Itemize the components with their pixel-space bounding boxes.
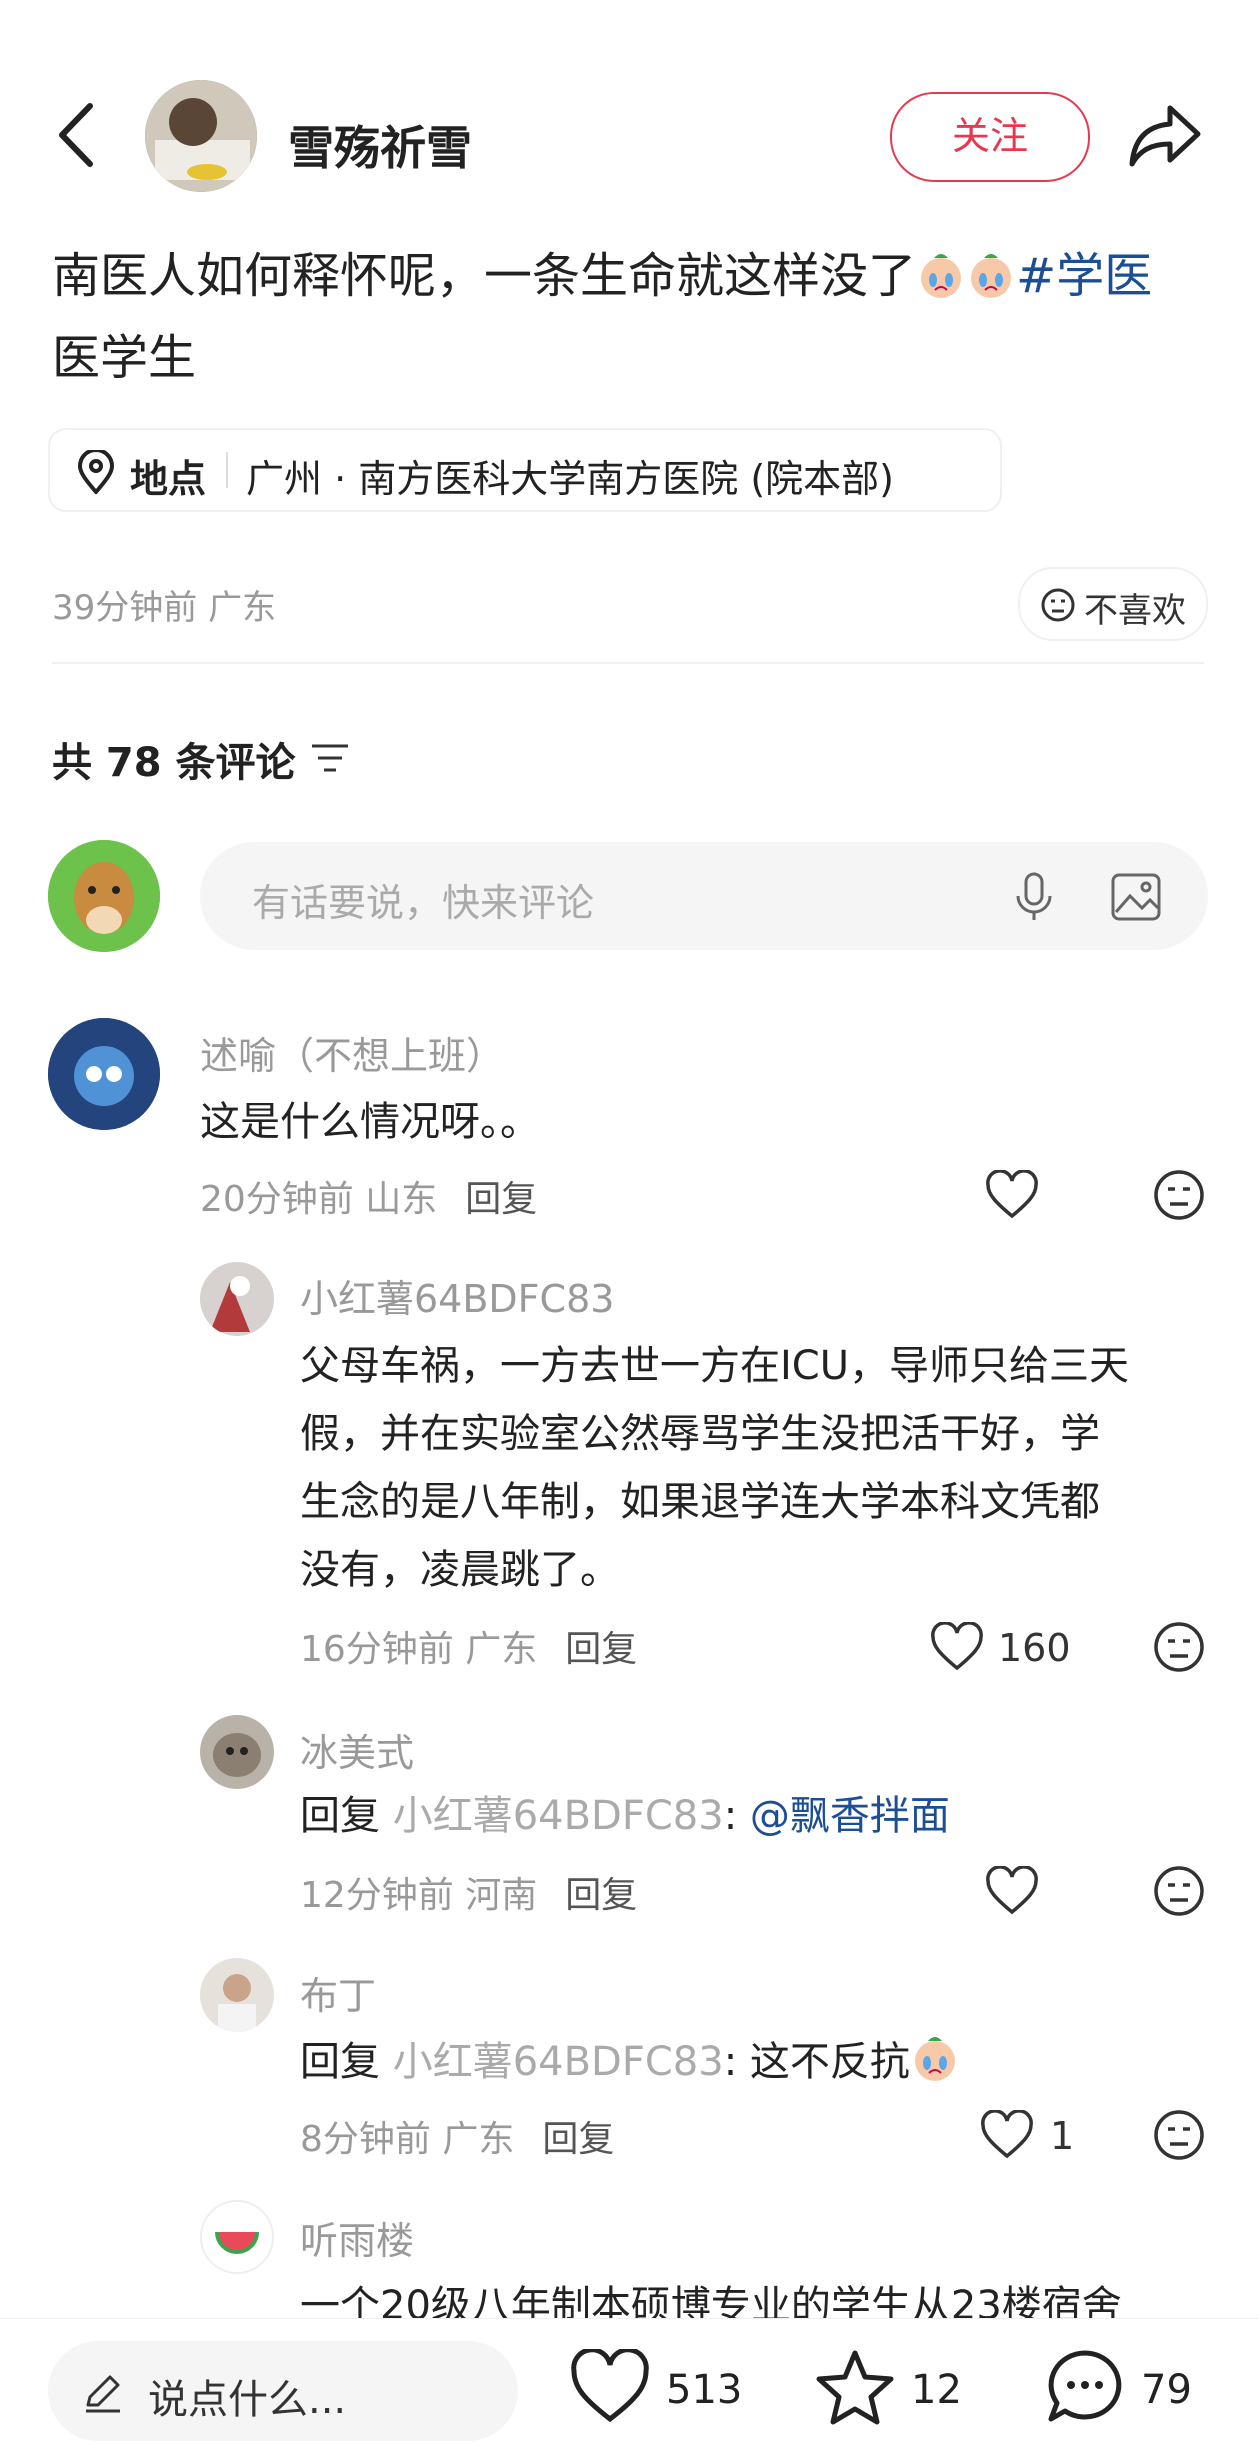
- comment-text-line: 没有，凌晨跳了。: [300, 1547, 620, 1593]
- location-label: 地点: [130, 457, 207, 501]
- reply-prefix: 回复: [300, 2039, 380, 2085]
- meh-face-icon: [1041, 588, 1075, 622]
- comment-meta: 12分钟前 河南 回复: [300, 1866, 637, 1918]
- comment-text: 回复 小红薯64BDFC83: @飘香拌面: [300, 1782, 950, 1850]
- reply-button[interactable]: 回复: [465, 1179, 537, 1220]
- image-icon[interactable]: [1110, 872, 1162, 922]
- commenter-name[interactable]: 冰美式: [300, 1722, 414, 1777]
- comment-input[interactable]: 有话要说，快来评论: [200, 842, 1208, 950]
- sort-icon[interactable]: [310, 742, 350, 774]
- crying-emoji-icon: [914, 2037, 955, 2081]
- commenter-avatar[interactable]: [200, 1262, 274, 1336]
- comment-input-placeholder: 有话要说，快来评论: [252, 881, 595, 925]
- comment-time: 16分钟前 广东: [300, 1629, 538, 1670]
- reply-button[interactable]: 回复: [565, 1629, 637, 1670]
- commenter-avatar[interactable]: [200, 2200, 274, 2274]
- comment-text-line: 假，并在实验室公然辱骂学生没把活干好，学: [300, 1411, 1100, 1457]
- post-meta: 39分钟前 广东: [52, 588, 277, 628]
- bottom-action-bar: 说点什么... 513 12 79: [0, 2318, 1259, 2449]
- comment-meta: 20分钟前 山东 回复: [200, 1170, 537, 1222]
- like-count: 513: [666, 2367, 743, 2413]
- heart-icon[interactable]: [985, 1170, 1039, 1220]
- meh-face-icon[interactable]: [1152, 2108, 1206, 2162]
- reply-to-user[interactable]: 小红薯64BDFC83: [393, 2039, 724, 2085]
- separator: :: [723, 1793, 738, 1839]
- reply-button[interactable]: 回复: [565, 1875, 637, 1916]
- pencil-icon: [86, 2375, 120, 2413]
- comment-text: 父母车祸，一方去世一方在ICU，导师只给三天 假，并在实验室公然辱骂学生没把活干…: [300, 1332, 1129, 1604]
- reply-prefix: 回复: [300, 1793, 380, 1839]
- author-avatar[interactable]: [145, 80, 257, 192]
- post-title: 南医人如何释怀呢，一条生命就这样没了 #学医 医学生: [52, 235, 1212, 399]
- mention-link[interactable]: @飘香拌面: [750, 1793, 950, 1839]
- separator: :: [723, 2039, 738, 2085]
- comment-time: 12分钟前 河南: [300, 1875, 538, 1916]
- commenter-name[interactable]: 布丁: [300, 1965, 376, 2020]
- collect-count: 12: [911, 2367, 962, 2413]
- commenter-avatar[interactable]: [200, 1715, 274, 1789]
- dislike-label: 不喜欢: [1084, 591, 1186, 631]
- post-title-line2: 医学生: [52, 330, 197, 386]
- comment-meta: 8分钟前 广东 回复: [300, 2110, 614, 2162]
- like-button[interactable]: 513: [570, 2349, 750, 2429]
- heart-icon[interactable]: [980, 2110, 1034, 2160]
- comment-time: 8分钟前 广东: [300, 2119, 515, 2160]
- comment-bubble-icon: [1048, 2350, 1122, 2422]
- follow-button[interactable]: 关注: [890, 92, 1090, 182]
- comment-meta: 16分钟前 广东 回复: [300, 1620, 637, 1672]
- share-icon[interactable]: [1128, 100, 1204, 170]
- meh-face-icon[interactable]: [1152, 1168, 1206, 1222]
- comment-text-line: 生念的是八年制，如果退学连大学本科文凭都: [300, 1479, 1100, 1525]
- collect-button[interactable]: 12: [815, 2349, 975, 2429]
- divider: [52, 662, 1204, 664]
- back-arrow-icon[interactable]: [52, 100, 102, 170]
- reply-button[interactable]: 回复: [542, 2119, 614, 2160]
- star-icon: [816, 2350, 894, 2425]
- comment-count: 79: [1141, 2367, 1192, 2413]
- comment-button[interactable]: 79: [1045, 2349, 1225, 2429]
- like-count: 160: [998, 1626, 1071, 1670]
- reply-body: 这不反抗: [749, 2039, 910, 2085]
- comment-text-line: 父母车祸，一方去世一方在ICU，导师只给三天: [300, 1343, 1130, 1389]
- location-text: 广州 · 南方医科大学南方医院 (院本部): [246, 457, 894, 501]
- commenter-avatar[interactable]: [48, 1018, 160, 1130]
- meh-face-icon[interactable]: [1152, 1620, 1206, 1674]
- crying-emoji-icon: [921, 254, 962, 298]
- crying-emoji-icon: [971, 254, 1012, 298]
- comment-text: 回复 小红薯64BDFC83: 这不反抗: [300, 2028, 960, 2096]
- location-pin-icon: [77, 450, 115, 494]
- say-something-placeholder: 说点什么...: [148, 2377, 347, 2423]
- current-user-avatar: [48, 840, 160, 952]
- commenter-name[interactable]: 听雨楼: [300, 2210, 414, 2265]
- meh-face-icon[interactable]: [1152, 1864, 1206, 1918]
- microphone-icon[interactable]: [1012, 870, 1056, 924]
- location-tag[interactable]: 地点 广州 · 南方医科大学南方医院 (院本部): [48, 428, 1002, 512]
- comment-time: 20分钟前 山东: [200, 1179, 438, 1220]
- dislike-button[interactable]: 不喜欢: [1018, 567, 1208, 641]
- like-count: 1: [1050, 2114, 1075, 2158]
- commenter-name[interactable]: 述喻（不想上班）: [200, 1025, 504, 1080]
- reply-to-user[interactable]: 小红薯64BDFC83: [393, 1793, 724, 1839]
- commenter-avatar[interactable]: [200, 1958, 274, 2032]
- commenter-name[interactable]: 小红薯64BDFC83: [300, 1268, 614, 1323]
- heart-icon: [571, 2349, 649, 2423]
- post-title-text: 南医人如何释怀呢，一条生命就这样没了: [52, 248, 917, 304]
- comments-count: 共 78 条评论: [52, 740, 296, 786]
- divider: [226, 452, 228, 488]
- heart-icon[interactable]: [930, 1622, 984, 1672]
- author-name[interactable]: 雪殇祈雪: [288, 112, 472, 178]
- comment-text: 这是什么情况呀。。: [200, 1099, 540, 1145]
- say-something-input[interactable]: 说点什么...: [48, 2341, 518, 2441]
- heart-icon[interactable]: [985, 1866, 1039, 1916]
- hashtag-link[interactable]: #学医: [1016, 248, 1152, 304]
